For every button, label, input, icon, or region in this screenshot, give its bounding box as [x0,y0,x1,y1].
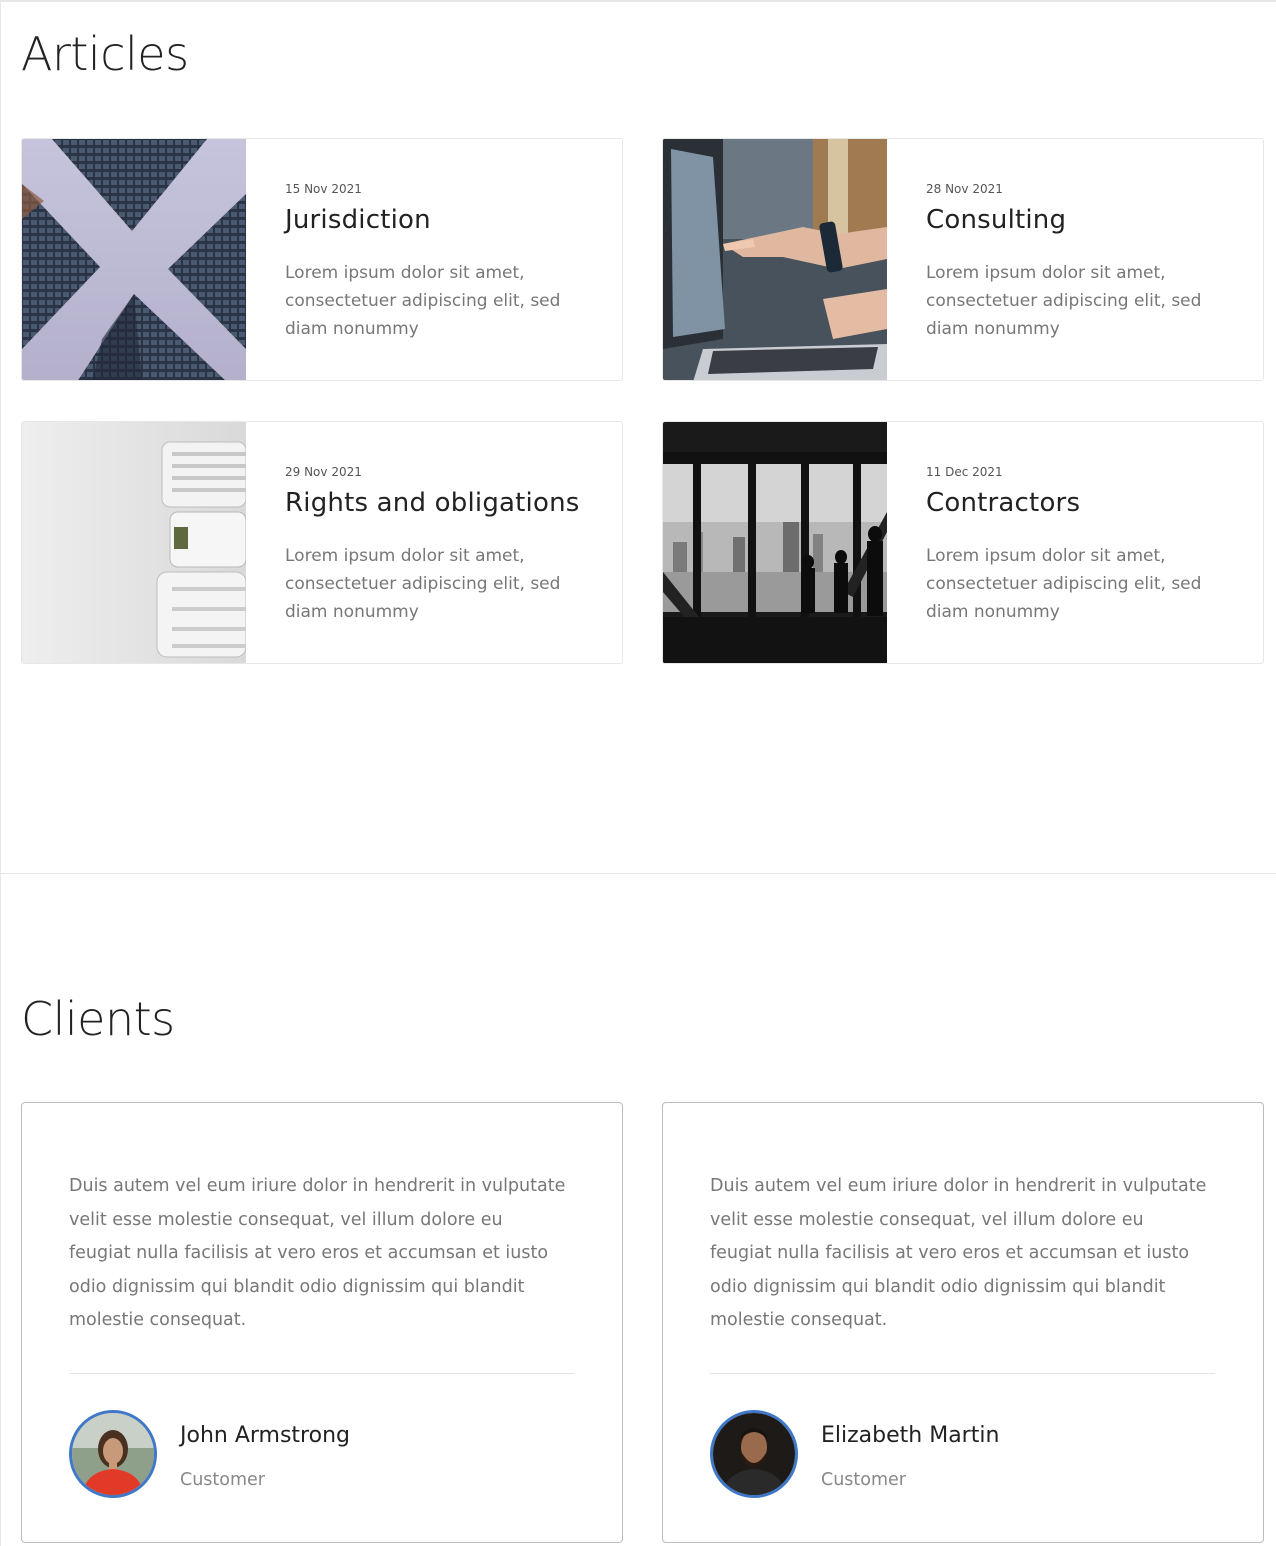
articles-heading: Articles [21,27,189,81]
article-card-consulting[interactable]: 28 Nov 2021 Consulting Lorem ipsum dolor… [662,138,1264,381]
left-border [0,0,1,1546]
client-name: Elizabeth Martin [821,1423,1000,1448]
article-excerpt: Lorem ipsum dolor sit amet, consectetuer… [926,263,1202,339]
client-testimonial-card: Duis autem vel eum iriure dolor in hendr… [662,1102,1264,1543]
testimonial-quote: Duis autem vel eum iriure dolor in hendr… [710,1176,1207,1330]
article-date: 11 Dec 2021 [926,465,1003,479]
article-excerpt: Lorem ipsum dolor sit amet, consectetuer… [926,546,1202,622]
avatar [69,1410,157,1498]
testimonial-quote: Duis autem vel eum iriure dolor in hendr… [69,1176,566,1330]
clients-heading: Clients [21,992,175,1046]
article-card-contractors[interactable]: 11 Dec 2021 Contractors Lorem ipsum dolo… [662,421,1264,664]
client-name: John Armstrong [180,1423,350,1448]
top-border [0,0,1276,2]
article-title[interactable]: Rights and obligations [285,488,580,518]
office-window-image[interactable] [663,422,887,663]
article-card-jurisdiction[interactable]: 15 Nov 2021 Jurisdiction Lorem ipsum dol… [21,138,623,381]
binders-image[interactable] [22,422,246,663]
card-separator [69,1373,574,1374]
card-separator [710,1373,1215,1374]
client-testimonial-card: Duis autem vel eum iriure dolor in hendr… [21,1102,623,1543]
article-title[interactable]: Consulting [926,205,1066,235]
article-excerpt: Lorem ipsum dolor sit amet, consectetuer… [285,546,561,622]
client-role: Customer [821,1470,907,1490]
avatar [710,1410,798,1498]
laptop-image[interactable] [663,139,887,380]
article-date: 15 Nov 2021 [285,182,362,196]
article-date: 28 Nov 2021 [926,182,1003,196]
article-date: 29 Nov 2021 [285,465,362,479]
article-card-rights[interactable]: 29 Nov 2021 Rights and obligations Lorem… [21,421,623,664]
article-title[interactable]: Contractors [926,488,1080,518]
article-excerpt: Lorem ipsum dolor sit amet, consectetuer… [285,263,561,339]
section-divider [0,873,1276,874]
client-role: Customer [180,1470,266,1490]
article-title[interactable]: Jurisdiction [285,205,431,235]
skyscrapers-image[interactable] [22,139,246,380]
